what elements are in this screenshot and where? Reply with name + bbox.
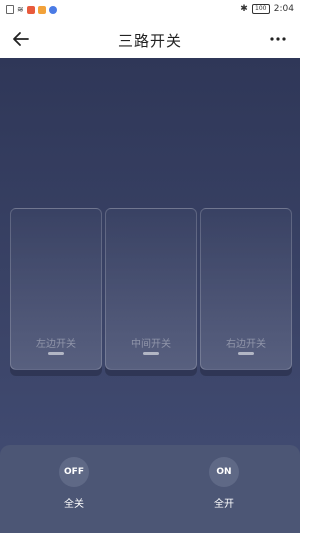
bluetooth-icon: ✱	[240, 4, 248, 14]
switch-label: 左边开关	[36, 339, 76, 350]
app-notification-icon	[48, 5, 57, 14]
switch-indicator	[143, 352, 159, 355]
on-circle: ON	[209, 457, 239, 487]
all-off-button[interactable]: OFF 全关	[44, 457, 104, 510]
switch-panel: 左边开关 中间开关 右边开关 OFF 全关 ON 全开	[0, 58, 300, 533]
switch-label: 中间开关	[131, 339, 171, 350]
status-notification-icons: ≋	[6, 5, 57, 14]
clock: 2:04	[273, 4, 294, 14]
status-bar: ≋ ✱ 100 2:04	[0, 0, 300, 20]
all-off-label: 全关	[64, 499, 84, 510]
page-title: 三路开关	[117, 32, 182, 50]
all-on-label: 全开	[214, 499, 234, 510]
off-circle: OFF	[59, 457, 89, 487]
status-right: ✱ 100 2:04	[240, 4, 294, 14]
left-switch[interactable]: 左边开关	[10, 208, 102, 370]
switch-label: 右边开关	[226, 339, 266, 350]
app-bar: 三路开关	[0, 20, 300, 58]
app-notification-icon	[37, 5, 46, 14]
battery-level: 100	[255, 5, 267, 12]
more-button[interactable]	[264, 28, 292, 50]
right-switch[interactable]: 右边开关	[200, 208, 292, 370]
battery-icon: 100	[251, 4, 270, 14]
app-notification-icon	[26, 5, 35, 14]
wifi-icon: ≋	[17, 5, 24, 14]
more-dots-icon	[270, 37, 286, 41]
file-icon	[6, 5, 14, 14]
middle-switch[interactable]: 中间开关	[105, 208, 197, 370]
switch-indicator	[48, 352, 64, 355]
all-on-button[interactable]: ON 全开	[194, 457, 254, 510]
bottom-controls: OFF 全关 ON 全开	[0, 445, 300, 533]
switch-indicator	[238, 352, 254, 355]
